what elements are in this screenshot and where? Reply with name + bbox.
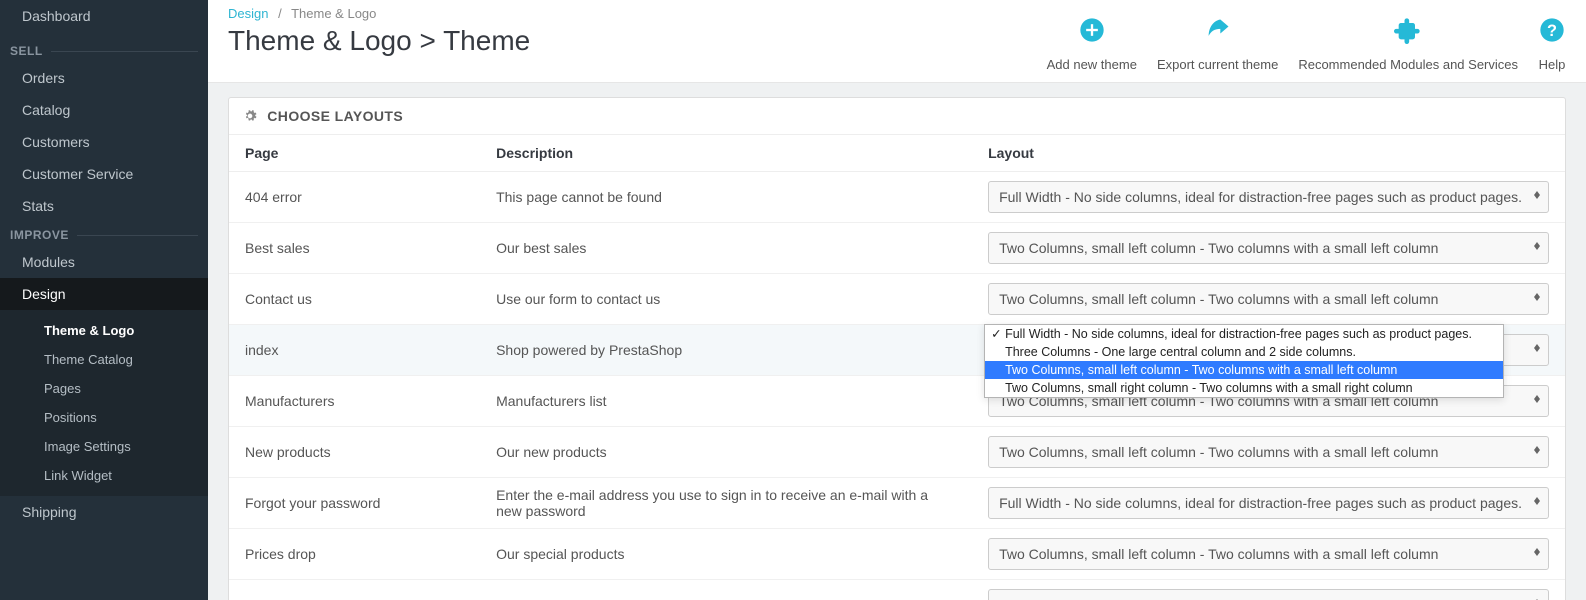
layout-select[interactable]: Two Columns, small left column - Two col… [988,436,1549,468]
page-title: Theme & Logo > Theme [228,25,530,57]
puzzle-icon [1298,16,1518,51]
table-row: Prices dropOur special products Two Colum… [229,529,1565,580]
sidebar-subitem-pages[interactable]: Pages [0,374,208,403]
sidebar-item-catalog[interactable]: Catalog [0,94,208,126]
svg-text:?: ? [1547,22,1557,40]
page-name: Best sales [229,223,480,274]
page-name: Manufacturers [229,376,480,427]
layout-option-three[interactable]: Three Columns - One large central column… [985,343,1503,361]
sidebar-sections: SELLOrdersCatalogCustomersCustomer Servi… [0,44,208,528]
layout-select[interactable]: Full Width - No side columns, ideal for … [988,181,1549,213]
page-description: Lost ? Find what your are looking for [480,580,972,600]
help-button[interactable]: ? Help [1538,16,1566,72]
col-page-header: Page [229,135,480,172]
layout-dropdown-menu[interactable]: Full Width - No side columns, ideal for … [984,324,1504,398]
page-description: Our special products [480,529,972,580]
layout-select[interactable]: Full Width - No side columns, ideal for … [988,589,1549,600]
sidebar-subitem-theme-catalog[interactable]: Theme Catalog [0,345,208,374]
sidebar: Dashboard SELLOrdersCatalogCustomersCust… [0,0,208,600]
sidebar-subitem-theme-logo[interactable]: Theme & Logo [0,316,208,345]
table-row: 404 errorThis page cannot be found Full W… [229,172,1565,223]
sidebar-section-label: IMPROVE [0,228,208,246]
breadcrumb-current: Theme & Logo [291,6,376,21]
page-name: Prices drop [229,529,480,580]
help-label: Help [1539,57,1566,72]
panel-heading: CHOOSE LAYOUTS [229,98,1565,135]
page-header: Design / Theme & Logo Theme & Logo > The… [208,0,1586,82]
page-description: Manufacturers list [480,376,972,427]
breadcrumb-root[interactable]: Design [228,6,268,21]
page-description: Shop powered by PrestaShop [480,325,972,376]
page-name: 404 error [229,172,480,223]
cogs-icon [243,108,261,124]
export-theme-label: Export current theme [1157,57,1278,72]
sidebar-item-modules[interactable]: Modules [0,246,208,278]
breadcrumb-separator: / [272,6,288,21]
recommended-modules-label: Recommended Modules and Services [1298,57,1518,72]
sidebar-item-stats[interactable]: Stats [0,190,208,222]
page-name: New products [229,427,480,478]
page-name: Contact us [229,274,480,325]
page-name: Sitemap [229,580,480,600]
col-description-header: Description [480,135,972,172]
sidebar-subitem-image-settings[interactable]: Image Settings [0,432,208,461]
toolbar: Add new theme Export current theme Recom… [1047,16,1566,72]
table-row: New productsOur new products Two Columns,… [229,427,1565,478]
help-icon: ? [1538,16,1566,51]
table-row: Best salesOur best sales Two Columns, sma… [229,223,1565,274]
col-layout-header: Layout [972,135,1565,172]
add-new-theme-button[interactable]: Add new theme [1047,16,1137,72]
table-header-row: Page Description Layout [229,135,1565,172]
sidebar-subitem-link-widget[interactable]: Link Widget [0,461,208,490]
add-new-theme-label: Add new theme [1047,57,1137,72]
share-icon [1157,16,1278,51]
recommended-modules-button[interactable]: Recommended Modules and Services [1298,16,1518,72]
layout-select[interactable]: Two Columns, small left column - Two col… [988,283,1549,315]
table-row: Forgot your passwordEnter the e-mail add… [229,478,1565,529]
sidebar-item-customers[interactable]: Customers [0,126,208,158]
page-description: This page cannot be found [480,172,972,223]
page-name: Forgot your password [229,478,480,529]
main-content: Design / Theme & Logo Theme & Logo > The… [208,0,1586,600]
sidebar-item-orders[interactable]: Orders [0,62,208,94]
layout-select[interactable]: Full Width - No side columns, ideal for … [988,487,1549,519]
export-current-theme-button[interactable]: Export current theme [1157,16,1278,72]
sidebar-item-dashboard[interactable]: Dashboard [0,0,208,38]
layout-option-right[interactable]: Two Columns, small right column - Two co… [985,379,1503,397]
table-row: Contact usUse our form to contact us Two … [229,274,1565,325]
page-description: Our best sales [480,223,972,274]
page-description: Our new products [480,427,972,478]
sidebar-item-customer-service[interactable]: Customer Service [0,158,208,190]
layout-select[interactable]: Two Columns, small left column - Two col… [988,232,1549,264]
layout-option-full[interactable]: Full Width - No side columns, ideal for … [985,325,1503,343]
layout-option-left[interactable]: Two Columns, small left column - Two col… [985,361,1503,379]
page-name: index [229,325,480,376]
plus-circle-icon [1047,16,1137,51]
sidebar-section-label: SELL [0,44,208,62]
sidebar-item-design[interactable]: Design [0,278,208,310]
sidebar-item-shipping[interactable]: Shipping [0,496,208,528]
sidebar-subnav: Theme & LogoTheme CatalogPagesPositionsI… [0,310,208,496]
layout-select[interactable]: Two Columns, small left column - Two col… [988,538,1549,570]
page-description: Enter the e-mail address you use to sign… [480,478,972,529]
table-row: SitemapLost ? Find what your are looking… [229,580,1565,600]
sidebar-subitem-positions[interactable]: Positions [0,403,208,432]
breadcrumb: Design / Theme & Logo [228,6,530,21]
page-description: Use our form to contact us [480,274,972,325]
